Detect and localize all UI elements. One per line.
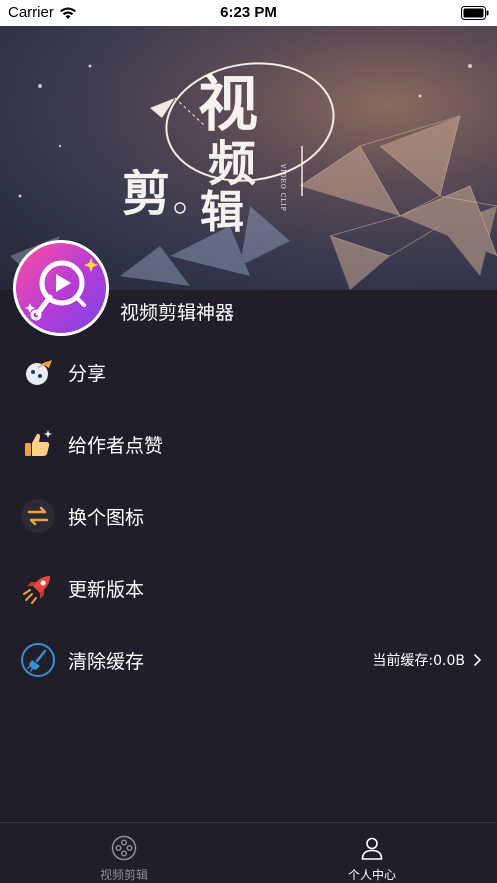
tab-video-edit[interactable]: 视频剪辑 [0, 823, 248, 883]
banner-char-4: 辑 [200, 187, 244, 238]
menu-item-share[interactable]: 分享 [0, 336, 497, 408]
share-icon [26, 360, 52, 385]
swap-icon [21, 499, 55, 533]
menu-label-update: 更新版本 [68, 578, 145, 601]
clock: 6:23 PM [220, 4, 277, 21]
broom-icon [21, 643, 55, 677]
thumbs-up-icon [25, 430, 52, 456]
app-name: 视频剪辑神器 [120, 302, 235, 324]
app-logo [16, 243, 106, 333]
tab-label-profile: 个人中心 [347, 868, 396, 882]
menu-item-update[interactable]: 更新版本 [0, 552, 497, 624]
banner-small-caption: VIDEO CLIP [279, 164, 286, 212]
rocket-icon [23, 576, 50, 604]
banner-char-3: 剪 [122, 166, 171, 222]
tab-bar: 视频剪辑 个人中心 [0, 822, 497, 883]
menu-label-clear-cache: 清除缓存 [68, 650, 145, 673]
film-reel-icon [111, 835, 137, 861]
menu-item-like[interactable]: 给作者点赞 [0, 408, 497, 480]
battery-icon [461, 6, 489, 20]
chevron-right-icon [474, 654, 481, 666]
tab-label-video-edit: 视频剪辑 [99, 868, 148, 882]
cache-size-text: 当前缓存:0.0B [372, 653, 465, 669]
tab-profile[interactable]: 个人中心 [248, 823, 496, 883]
app-avatar [13, 240, 109, 336]
status-bar: Carrier 6:23 PM [0, 0, 497, 26]
cache-size-info: 当前缓存:0.0B [372, 650, 481, 670]
menu-item-clear-cache[interactable]: 清除缓存 当前缓存:0.0B [0, 624, 497, 696]
menu-label-like: 给作者点赞 [68, 434, 164, 457]
menu-item-change-icon[interactable]: 换个图标 [0, 480, 497, 552]
menu-label-share: 分享 [68, 362, 107, 385]
scissors-play-icon [25, 258, 98, 321]
person-icon [361, 837, 383, 860]
menu-label-change-icon: 换个图标 [68, 506, 145, 529]
